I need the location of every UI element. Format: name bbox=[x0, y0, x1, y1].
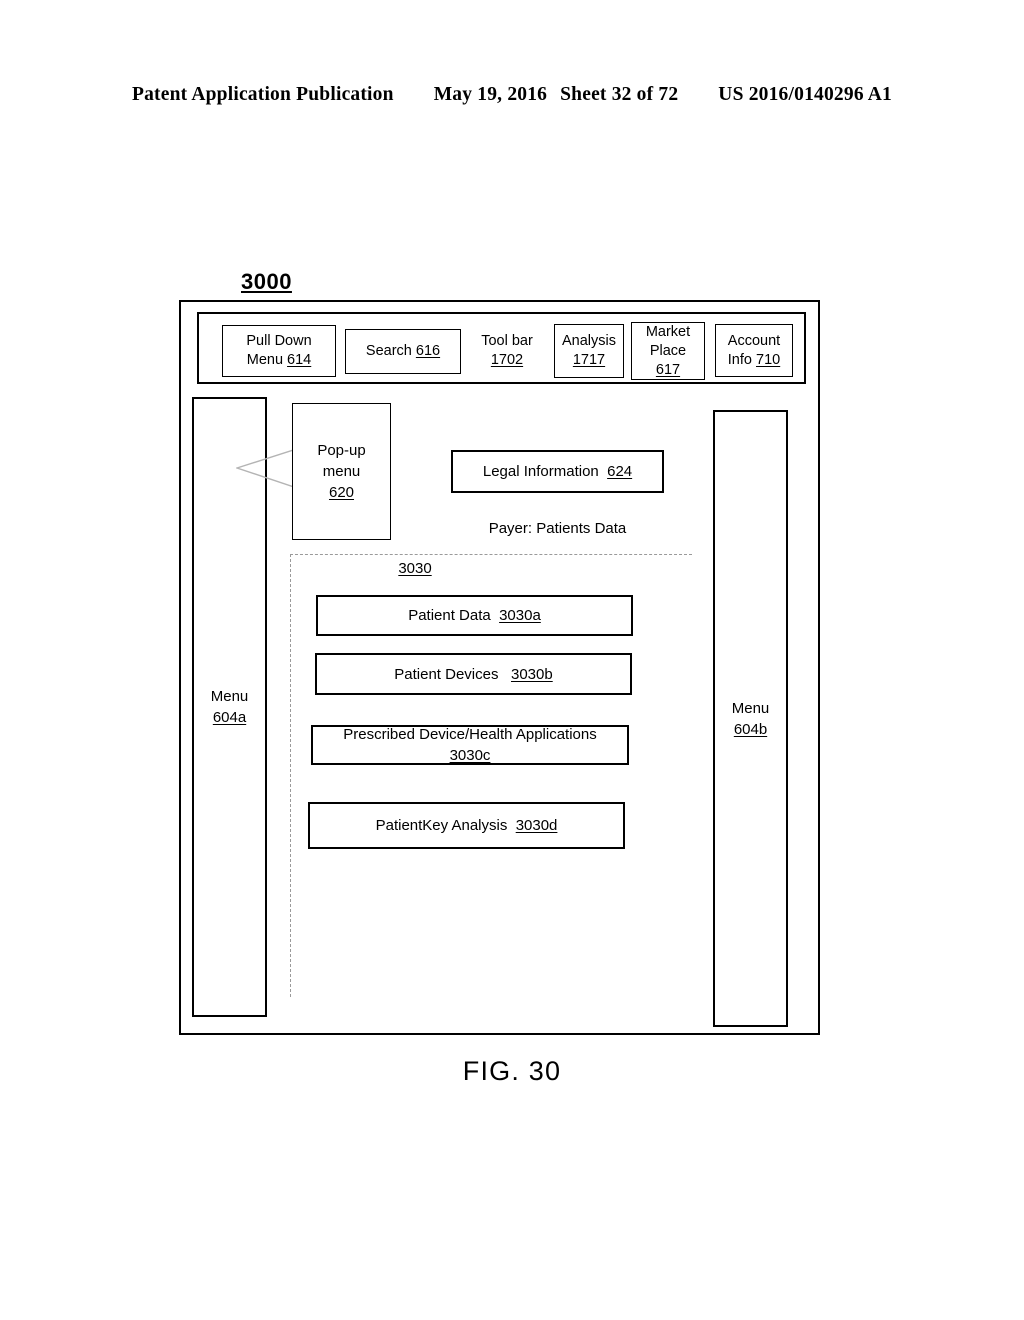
popup-menu-ref: 620 bbox=[328, 484, 355, 501]
patient-data-button[interactable]: Patient Data 3030a bbox=[316, 595, 633, 636]
patient-devices-label: Patient Devices 3030b bbox=[394, 665, 553, 683]
patientkey-analysis-label: PatientKey Analysis 3030d bbox=[375, 817, 558, 834]
figure-caption: FIG. 30 bbox=[462, 1056, 562, 1086]
patent-page-header: Patent Application Publication May 19, 20… bbox=[0, 84, 1024, 106]
payer-caption: Payer: Patients Data bbox=[488, 520, 627, 537]
patent-number: US 2016/0140296 A1 bbox=[718, 84, 892, 105]
market-place-ref: 617 bbox=[655, 361, 681, 378]
prescribed-device-health-applications-ref: 3030c bbox=[449, 747, 491, 764]
patientkey-analysis-ref: 3030d bbox=[515, 817, 558, 834]
sidebar-menu-right-ref: 604b bbox=[733, 720, 768, 738]
patient-devices-ref: 3030b bbox=[511, 665, 553, 683]
analysis-ref: 1717 bbox=[572, 352, 606, 368]
application-window-frame: Pull Down Menu 614 Search 616 Tool bar 1… bbox=[179, 300, 820, 1035]
search-ref: 616 bbox=[415, 343, 441, 359]
sidebar-menu-right[interactable]: Menu 604b bbox=[713, 410, 788, 1027]
patient-data-label: Patient Data 3030a bbox=[408, 607, 541, 624]
account-info-ref: 710 bbox=[756, 351, 781, 368]
pull-down-menu-label: Pull Down Menu 614 bbox=[246, 333, 312, 368]
account-info-button[interactable]: Account Info 710 bbox=[715, 324, 793, 377]
patient-data-ref: 3030a bbox=[499, 607, 541, 624]
sidebar-menu-left-ref: 604a bbox=[212, 709, 247, 726]
pull-down-menu-ref: 614 bbox=[287, 352, 312, 368]
sheet-number: Sheet 32 of 72 bbox=[560, 84, 679, 105]
search-label: Search 616 bbox=[365, 343, 441, 359]
analysis-button[interactable]: Analysis 1717 bbox=[554, 324, 624, 378]
popup-menu[interactable]: Pop-up menu 620 bbox=[292, 403, 391, 540]
legal-information-label: Legal Information 624 bbox=[482, 463, 633, 480]
toolbar-ref: 1702 bbox=[490, 352, 524, 368]
sidebar-menu-right-label: Menu 604b bbox=[731, 699, 770, 738]
publication-date: May 19, 2016 bbox=[433, 84, 548, 105]
market-place-label: Market Place 617 bbox=[645, 323, 691, 378]
search-button[interactable]: Search 616 bbox=[345, 329, 461, 374]
sidebar-menu-left-label: Menu 604a bbox=[210, 688, 249, 726]
toolbar-label-text: Tool bar bbox=[481, 333, 533, 349]
prescribed-device-health-applications-button[interactable]: Prescribed Device/Health Applications 30… bbox=[311, 725, 629, 765]
publication-title: Patent Application Publication bbox=[131, 84, 394, 105]
account-info-label: Account Info 710 bbox=[727, 332, 781, 368]
legal-information-button[interactable]: Legal Information 624 bbox=[451, 450, 664, 493]
pull-down-menu-button[interactable]: Pull Down Menu 614 bbox=[222, 325, 336, 377]
figure-reference-tag: 3000 bbox=[241, 269, 292, 294]
toolbar-label: Tool bar 1702 bbox=[469, 325, 545, 377]
prescribed-device-health-applications-label: Prescribed Device/Health Applications 30… bbox=[343, 726, 597, 764]
legal-information-ref: 624 bbox=[607, 463, 633, 480]
patientkey-analysis-button[interactable]: PatientKey Analysis 3030d bbox=[308, 802, 625, 849]
popup-menu-label: Pop-up menu 620 bbox=[317, 442, 366, 501]
toolbar: Pull Down Menu 614 Search 616 Tool bar 1… bbox=[197, 312, 806, 384]
content-region-ref: 3030 bbox=[398, 560, 432, 577]
analysis-label: Analysis 1717 bbox=[562, 333, 616, 368]
patient-devices-button[interactable]: Patient Devices 3030b bbox=[315, 653, 632, 695]
market-place-button[interactable]: Market Place 617 bbox=[631, 322, 705, 380]
